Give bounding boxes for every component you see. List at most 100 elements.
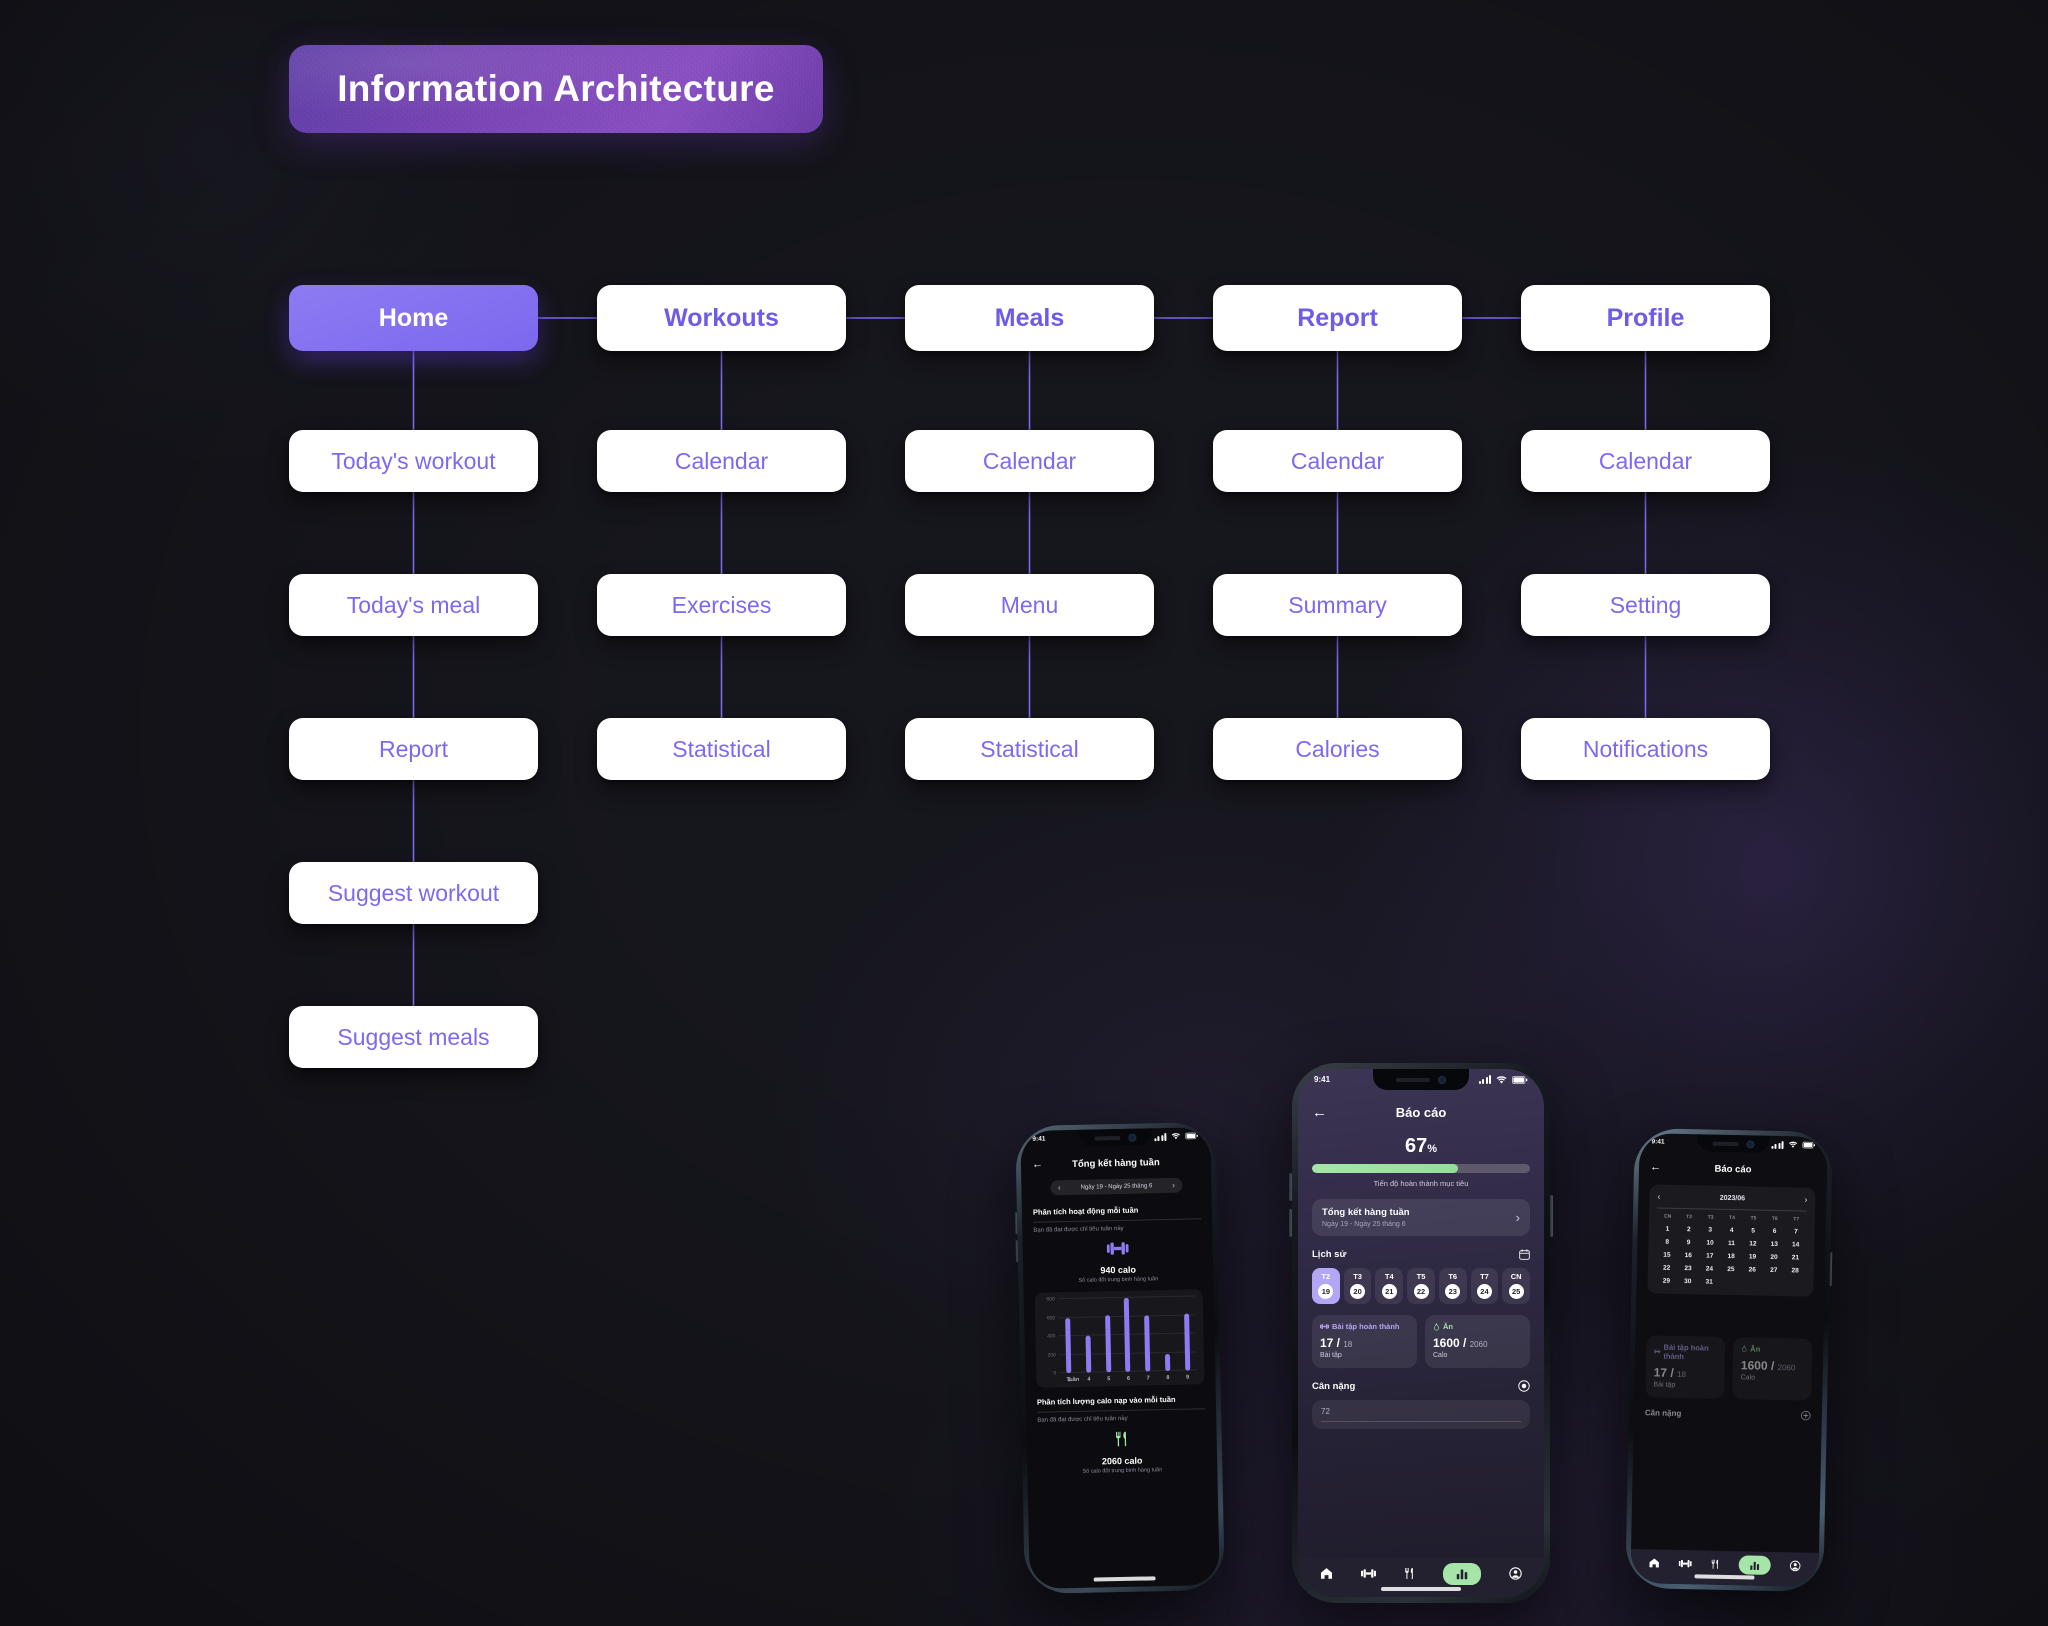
calendar-day[interactable]: 10	[1699, 1239, 1721, 1247]
tab-profile[interactable]	[1509, 1567, 1522, 1580]
tab-workouts[interactable]	[1678, 1559, 1692, 1568]
calendar-day[interactable]: 12	[1742, 1240, 1764, 1247]
tree-node-statistical[interactable]: Statistical	[597, 718, 846, 780]
tree-root-meals[interactable]: Meals	[905, 285, 1154, 351]
chevron-right-icon[interactable]: ›	[1516, 1210, 1520, 1225]
calendar-day[interactable]: 18	[1720, 1253, 1742, 1260]
tab-workouts[interactable]	[1361, 1568, 1376, 1579]
calendar-day[interactable]: 6	[1764, 1228, 1786, 1235]
calendar-day[interactable]: 23	[1677, 1265, 1699, 1272]
chevron-right-icon[interactable]: ›	[1172, 1181, 1175, 1190]
tree-node-report[interactable]: Report	[289, 718, 538, 780]
tree-node-setting[interactable]: Setting	[1521, 574, 1770, 636]
tab-report[interactable]	[1443, 1562, 1481, 1585]
tree-node-suggest-meals[interactable]: Suggest meals	[289, 1006, 538, 1068]
tree-node-label: Report	[378, 735, 449, 762]
calendar-icon[interactable]	[1519, 1249, 1530, 1260]
tab-meals[interactable]	[1711, 1559, 1720, 1570]
calendar-weekday: T6	[1771, 1215, 1778, 1222]
tree-node-calendar[interactable]: Calendar	[597, 430, 846, 492]
calendar-day[interactable]: 9	[1678, 1239, 1700, 1246]
history-day-selector[interactable]: T2 19 T3 20 T4 21 T5 22 T6 23 T7 24 CN 25	[1312, 1268, 1531, 1304]
calendar-day[interactable]: 21	[1785, 1254, 1807, 1261]
day-chip-t2[interactable]: T2 19	[1312, 1268, 1340, 1304]
back-arrow-icon[interactable]: ←	[1312, 1105, 1327, 1120]
calendar-day[interactable]: 26	[1742, 1266, 1764, 1273]
week-range-selector[interactable]: ‹ Ngày 19 - Ngày 25 tháng 6 ›	[1050, 1177, 1183, 1196]
day-chip-t5[interactable]: T5 22	[1407, 1268, 1435, 1304]
calendar-day[interactable]: 2	[1678, 1226, 1700, 1233]
calendar-prev-month[interactable]: ‹	[1657, 1191, 1660, 1201]
tab-home[interactable]	[1648, 1557, 1659, 1568]
tab-home[interactable]	[1320, 1567, 1333, 1580]
calendar-day[interactable]: 30	[1677, 1278, 1699, 1285]
tab-meals[interactable]	[1404, 1567, 1415, 1580]
tree-node-calendar[interactable]: Calendar	[905, 430, 1154, 492]
add-weight-icon[interactable]	[1801, 1410, 1811, 1421]
calendar-day[interactable]: 20	[1763, 1254, 1785, 1261]
tree-node-menu[interactable]: Menu	[905, 574, 1154, 636]
tree-node-label: Profile	[1606, 303, 1685, 332]
tree-node-summary[interactable]: Summary	[1213, 574, 1462, 636]
calendar-day[interactable]: 15	[1656, 1251, 1678, 1259]
back-arrow-icon[interactable]: ←	[1650, 1161, 1661, 1173]
calendar-day[interactable]: 14	[1785, 1241, 1807, 1248]
calendar-day[interactable]: 11	[1721, 1240, 1743, 1247]
tree-node-today-s-workout[interactable]: Today's workout	[289, 430, 538, 492]
chevron-left-icon[interactable]: ‹	[1058, 1183, 1061, 1192]
tree-node-calendar[interactable]: Calendar	[1521, 430, 1770, 492]
day-chip-name: T5	[1416, 1272, 1426, 1281]
tab-report[interactable]	[1738, 1555, 1772, 1575]
calendar-day[interactable]: 22	[1656, 1264, 1678, 1272]
tree-node-today-s-meal[interactable]: Today's meal	[289, 574, 538, 636]
calendar-day[interactable]: 27	[1763, 1267, 1785, 1274]
tree-node-calendar[interactable]: Calendar	[1213, 430, 1462, 492]
day-chip-t7[interactable]: T7 24	[1470, 1268, 1499, 1304]
tree-root-workouts[interactable]: Workouts	[597, 285, 846, 351]
phone-left-title: Tổng kết hàng tuần	[1071, 1156, 1160, 1170]
tree-node-calories[interactable]: Calories	[1213, 718, 1462, 780]
back-arrow-icon[interactable]: ←	[1032, 1158, 1043, 1170]
chart-bar	[1065, 1317, 1072, 1374]
calendar-day[interactable]: 25	[1720, 1266, 1742, 1273]
tree-root-home[interactable]: Home	[289, 285, 538, 351]
tree-node-notifications[interactable]: Notifications	[1521, 718, 1770, 780]
tree-node-suggest-workout[interactable]: Suggest workout	[289, 862, 538, 924]
add-weight-icon[interactable]	[1518, 1380, 1530, 1392]
tree-root-profile[interactable]: Profile	[1521, 285, 1770, 351]
calendar-day[interactable]: 4	[1721, 1227, 1743, 1234]
calendar-day[interactable]: 19	[1742, 1253, 1764, 1260]
calendar-day[interactable]: 5	[1742, 1227, 1764, 1234]
tab-profile[interactable]	[1790, 1560, 1801, 1572]
calendar-day[interactable]: 16	[1678, 1252, 1700, 1259]
dumbbell-icon	[1320, 1323, 1329, 1330]
calendar-day[interactable]: 31	[1698, 1278, 1720, 1285]
calendar-day[interactable]: 28	[1784, 1267, 1806, 1274]
calendar-day[interactable]: 24	[1699, 1265, 1721, 1272]
day-chip-t6[interactable]: T6 23	[1438, 1268, 1467, 1304]
chart-bar	[1164, 1354, 1171, 1372]
weekly-summary-card[interactable]: Tổng kết hàng tuần Ngày 19 - Ngày 25 thá…	[1312, 1199, 1530, 1236]
day-chip-date: 19	[1318, 1284, 1334, 1299]
calendar-next-month[interactable]: ›	[1804, 1195, 1807, 1205]
calendar-widget[interactable]: ‹ 2023/06 › CN T2 T3 T4 T5 T6 T7 1 2 3 4 5 6 7 8 9 10 11 1…	[1647, 1184, 1816, 1297]
calendar-day[interactable]: 29	[1656, 1277, 1678, 1285]
calendar-day[interactable]: 8	[1656, 1238, 1678, 1246]
status-time: 9:41	[1651, 1138, 1665, 1146]
tree-root-report[interactable]: Report	[1213, 285, 1462, 351]
tree-node-label: Notifications	[1582, 735, 1709, 762]
weight-input-box[interactable]: 72	[1312, 1400, 1530, 1429]
phone-right-tabbar[interactable]	[1630, 1548, 1819, 1587]
day-chip-t4[interactable]: T4 21	[1375, 1268, 1404, 1304]
day-chip-t3[interactable]: T3 20	[1343, 1268, 1372, 1304]
calendar-day[interactable]: 13	[1764, 1241, 1786, 1248]
tree-node-statistical[interactable]: Statistical	[905, 718, 1154, 780]
day-chip-cn[interactable]: CN 25	[1502, 1268, 1531, 1304]
calendar-day[interactable]: 7	[1785, 1228, 1807, 1235]
chart-x-tick: 8	[1166, 1374, 1170, 1382]
calendar-day[interactable]: 1	[1657, 1225, 1679, 1233]
tree-node-exercises[interactable]: Exercises	[597, 574, 846, 636]
calendar-day[interactable]: 3	[1699, 1226, 1721, 1234]
calendar-day[interactable]: 17	[1699, 1252, 1721, 1259]
phone-center-tabbar[interactable]	[1298, 1557, 1544, 1597]
